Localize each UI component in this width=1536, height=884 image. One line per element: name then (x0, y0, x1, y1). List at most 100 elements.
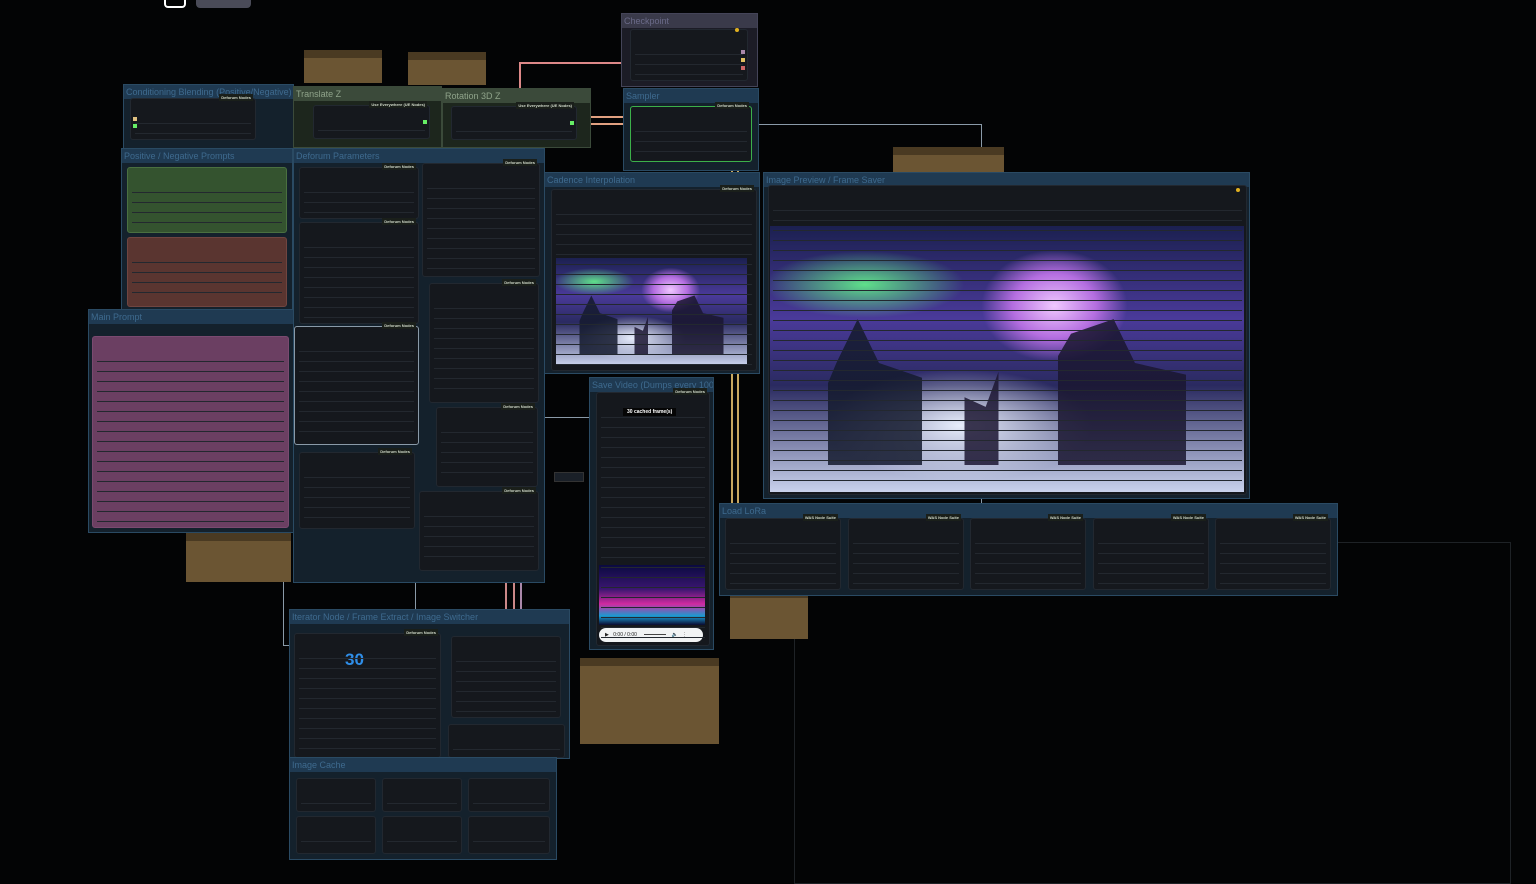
image-switcher-node[interactable] (448, 724, 565, 758)
widget-row[interactable] (773, 250, 1242, 251)
widget-row[interactable] (853, 583, 959, 584)
widget-row[interactable] (975, 543, 1081, 544)
widget-row[interactable] (304, 257, 414, 258)
widget-row[interactable] (773, 390, 1242, 391)
widget-row[interactable] (456, 681, 556, 682)
widget-row[interactable] (135, 123, 251, 124)
cache-node[interactable] (382, 816, 462, 854)
widget-row[interactable] (601, 437, 705, 438)
widget-row[interactable] (387, 803, 457, 804)
widget-row[interactable] (601, 487, 705, 488)
widget-row[interactable] (299, 698, 436, 699)
reroute-node[interactable] (554, 472, 584, 482)
widget-row[interactable] (556, 304, 752, 305)
widget-row[interactable] (387, 841, 457, 842)
group-image-preview[interactable]: Image Preview / Frame Saver (763, 172, 1250, 499)
widget-row[interactable] (97, 501, 284, 502)
widget-row[interactable] (773, 230, 1242, 231)
widget-row[interactable] (97, 361, 284, 362)
widget-row[interactable] (135, 133, 251, 134)
widget-row[interactable] (97, 411, 284, 412)
widget-row[interactable] (132, 222, 282, 223)
group-rotation-3d-z[interactable]: Rotation 3D Z Use Everywhere (UE Nodes) (442, 88, 591, 148)
widget-row[interactable] (427, 198, 535, 199)
widget-row[interactable] (299, 728, 436, 729)
widget-row[interactable] (97, 371, 284, 372)
widget-row[interactable] (773, 240, 1242, 241)
video-controls[interactable]: ▶ 0:00 / 0:00 🔈 ⋮ (599, 628, 703, 642)
widget-row[interactable] (1220, 573, 1326, 574)
widget-row[interactable] (601, 597, 705, 598)
widget-row[interactable] (601, 547, 705, 548)
image-preview-node[interactable] (768, 185, 1247, 495)
widget-row[interactable] (456, 131, 572, 132)
widget-row[interactable] (441, 442, 533, 443)
group-save-video[interactable]: Save Video (Dumps every 100 frames) Defo… (589, 377, 714, 650)
lora-node[interactable]: WAS Node Suite (970, 514, 1086, 590)
note-node[interactable] (186, 533, 291, 582)
note-node[interactable] (730, 590, 808, 639)
widget-row[interactable] (424, 556, 534, 557)
cache-node[interactable] (382, 778, 462, 812)
seek-bar[interactable] (644, 634, 667, 636)
widget-row[interactable] (132, 202, 282, 203)
widget-row[interactable] (773, 480, 1242, 481)
group-checkpoint[interactable]: Checkpoint (621, 13, 758, 87)
widget-row[interactable] (97, 471, 284, 472)
widget-row[interactable] (773, 420, 1242, 421)
widget-row[interactable] (773, 400, 1242, 401)
output-slot[interactable] (741, 58, 745, 62)
widget-row[interactable] (556, 334, 752, 335)
save-video-node[interactable]: Deforum Nodes 30 cached frame(s) ▶ 0:00 … (596, 388, 710, 646)
widget-row[interactable] (556, 314, 752, 315)
widget-row[interactable] (556, 244, 752, 245)
lora-node[interactable]: WAS Node Suite (848, 514, 964, 590)
widget-row[interactable] (299, 678, 436, 679)
widget-row[interactable] (456, 691, 556, 692)
widget-row[interactable] (601, 607, 705, 608)
widget-row[interactable] (1098, 563, 1204, 564)
widget-row[interactable] (434, 378, 534, 379)
main-prompt-node[interactable] (92, 336, 289, 528)
widget-row[interactable] (853, 543, 959, 544)
widget-row[interactable] (97, 401, 284, 402)
widget-row[interactable] (304, 297, 414, 298)
widget-row[interactable] (304, 307, 414, 308)
widget-row[interactable] (434, 308, 534, 309)
group-deforum-parameters[interactable]: Deforum Parameters Deforum Nodes Deforum… (293, 148, 545, 583)
widget-row[interactable] (97, 461, 284, 462)
widget-row[interactable] (601, 477, 705, 478)
cadence-node[interactable]: Deforum Nodes (551, 185, 757, 371)
widget-row[interactable] (601, 627, 705, 628)
widget-row[interactable] (434, 318, 534, 319)
widget-row[interactable] (441, 452, 533, 453)
group-image-cache[interactable]: Image Cache (289, 757, 557, 860)
widget-row[interactable] (773, 220, 1242, 221)
widget-row[interactable] (456, 671, 556, 672)
widget-row[interactable] (299, 748, 436, 749)
widget-row[interactable] (132, 262, 282, 263)
widget-row[interactable] (601, 427, 705, 428)
widget-row[interactable] (601, 467, 705, 468)
widget-row[interactable] (473, 841, 545, 842)
widget-row[interactable] (304, 192, 414, 193)
widget-row[interactable] (453, 749, 560, 750)
positive-prompt-node[interactable] (127, 167, 287, 233)
input-slot[interactable] (133, 124, 137, 128)
widget-row[interactable] (601, 577, 705, 578)
widget-row[interactable] (975, 553, 1081, 554)
widget-row[interactable] (456, 711, 556, 712)
widget-row[interactable] (730, 583, 836, 584)
widget-row[interactable] (730, 563, 836, 564)
output-slot[interactable] (423, 120, 427, 124)
widget-row[interactable] (304, 487, 410, 488)
widget-row[interactable] (601, 447, 705, 448)
note-node[interactable] (304, 50, 382, 83)
widget-row[interactable] (773, 290, 1242, 291)
widget-row[interactable] (773, 210, 1242, 211)
widget-row[interactable] (299, 688, 436, 689)
widget-row[interactable] (473, 803, 545, 804)
widget-row[interactable] (773, 470, 1242, 471)
widget-row[interactable] (424, 536, 534, 537)
widget-row[interactable] (1098, 543, 1204, 544)
